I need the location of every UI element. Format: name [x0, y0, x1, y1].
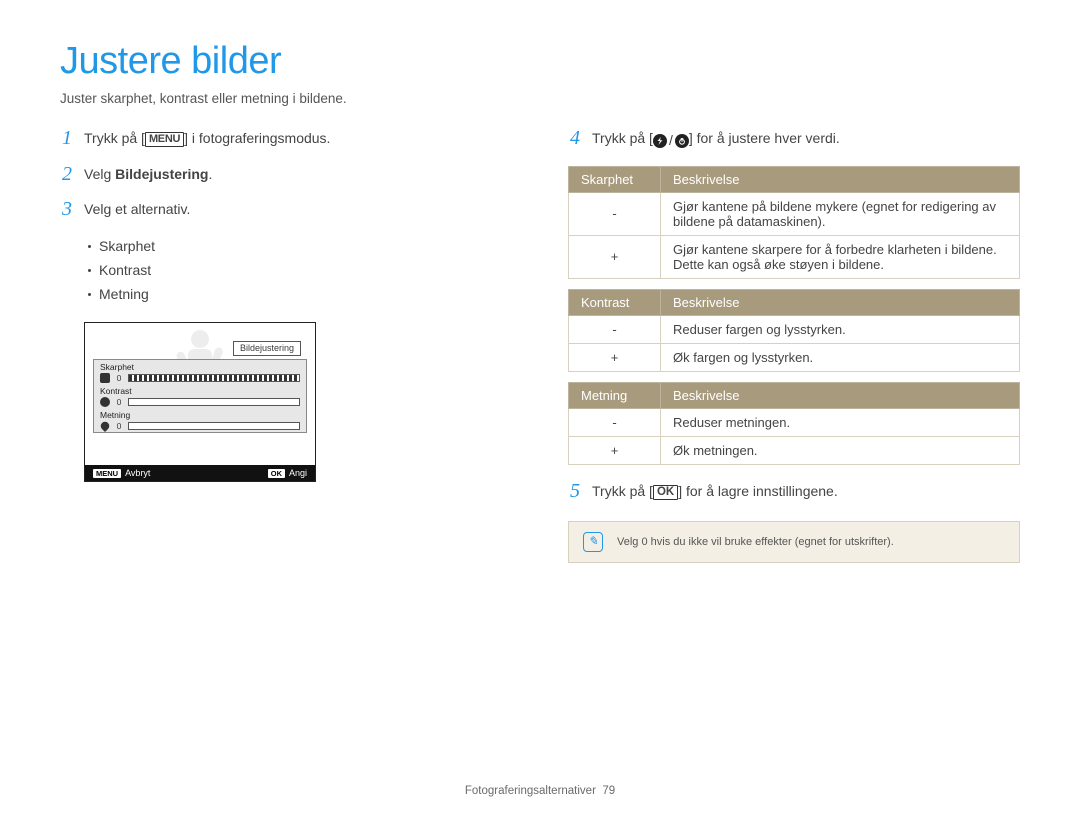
page-subtitle: Juster skarphet, kontrast eller metning …: [60, 91, 1020, 106]
table-row: -Reduser metningen.: [569, 408, 1020, 436]
right-column: 4 Trykk på [ / ] for å justere hver verd…: [568, 128, 1020, 563]
step-body: Velg et alternativ.: [84, 199, 190, 221]
step-4: 4 Trykk på [ / ] for å justere hver verd…: [568, 128, 1020, 152]
table-row: +Øk fargen og lysstyrken.: [569, 343, 1020, 371]
content-columns: 1 Trykk på [MENU] i fotograferingsmodus.…: [60, 128, 1020, 563]
note-box: ✎ Velg 0 hvis du ikke vil bruke effekter…: [568, 521, 1020, 563]
ok-icon: OK: [268, 469, 285, 478]
note-text: Velg 0 hvis du ikke vil bruke effekter (…: [617, 536, 894, 548]
bullet-icon: [88, 269, 91, 272]
step-1: 1 Trykk på [MENU] i fotograferingsmodus.: [60, 128, 512, 150]
table-sharpness: SkarphetBeskrivelse -Gjør kantene på bil…: [568, 166, 1020, 279]
page-title: Justere bilder: [60, 40, 1020, 83]
table-contrast: KontrastBeskrivelse -Reduser fargen og l…: [568, 289, 1020, 372]
slider-row-saturation: 0: [94, 420, 306, 432]
screen-footer: MENU Avbryt OK Angi: [85, 465, 315, 481]
ok-icon: OK: [653, 485, 678, 500]
step-number: 2: [60, 164, 74, 184]
panel-title-chip: Bildejustering: [233, 341, 301, 356]
slider: [128, 422, 300, 430]
slider-row-sharpness: 0: [94, 372, 306, 384]
flash-icon: [653, 134, 667, 148]
sharpness-icon: [100, 373, 110, 383]
table-row: +Gjør kantene skarpere for å forbedre kl…: [569, 235, 1020, 278]
left-column: 1 Trykk på [MENU] i fotograferingsmodus.…: [60, 128, 512, 563]
slider-row-contrast: 0: [94, 396, 306, 408]
step-body: Trykk på [MENU] i fotograferingsmodus.: [84, 128, 330, 150]
menu-icon: MENU: [145, 132, 184, 147]
bullet-icon: [88, 293, 91, 296]
step-body: Trykk på [OK] for å lagre innstillingene…: [592, 481, 838, 503]
list-item: Skarphet: [88, 235, 512, 259]
table-saturation: MetningBeskrivelse -Reduser metningen. +…: [568, 382, 1020, 465]
bullet-icon: [88, 245, 91, 248]
menu-icon: MENU: [93, 469, 121, 478]
step-3: 3 Velg et alternativ.: [60, 199, 512, 221]
step-body: Velg Bildejustering.: [84, 164, 212, 186]
step-number: 1: [60, 128, 74, 148]
step-2: 2 Velg Bildejustering.: [60, 164, 512, 186]
flash-timer-icons: /: [653, 130, 689, 152]
step-5: 5 Trykk på [OK] for å lagre innstillinge…: [568, 481, 1020, 503]
table-row: +Øk metningen.: [569, 436, 1020, 464]
contrast-icon: [100, 397, 110, 407]
timer-icon: [675, 134, 689, 148]
table-row: -Gjør kantene på bildene mykere (egnet f…: [569, 192, 1020, 235]
list-item: Kontrast: [88, 259, 512, 283]
adjust-panel: Skarphet 0 Kontrast 0 Metning: [93, 359, 307, 433]
slider: [128, 374, 300, 382]
slider: [128, 398, 300, 406]
table-row: -Reduser fargen og lysstyrken.: [569, 315, 1020, 343]
step-body: Trykk på [ / ] for å justere hver verdi.: [592, 128, 840, 152]
options-sublist: Skarphet Kontrast Metning: [88, 235, 512, 306]
step-number: 5: [568, 481, 582, 501]
camera-screen-mock: Bildejustering Skarphet 0 Kontrast 0: [84, 322, 316, 482]
page-footer: Fotograferingsalternativer 79: [0, 785, 1080, 797]
saturation-icon: [99, 420, 111, 432]
step-number: 3: [60, 199, 74, 219]
page: Justere bilder Juster skarphet, kontrast…: [0, 0, 1080, 815]
note-icon: ✎: [583, 532, 603, 552]
step-number: 4: [568, 128, 582, 148]
list-item: Metning: [88, 283, 512, 307]
